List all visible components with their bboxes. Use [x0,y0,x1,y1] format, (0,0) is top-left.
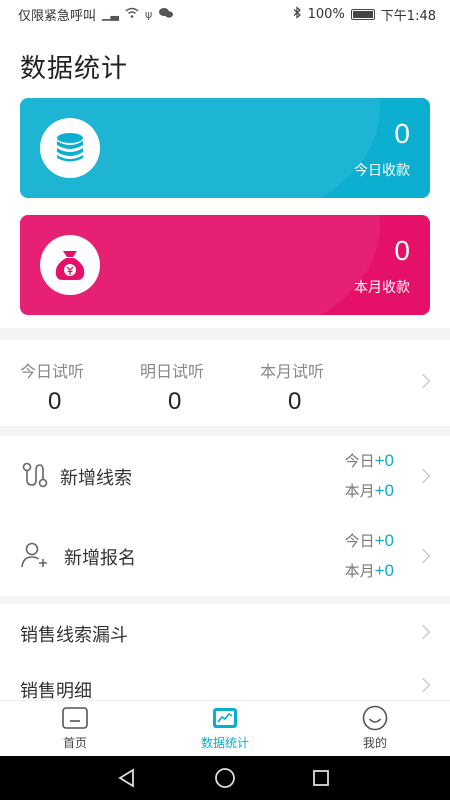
battery-percent: 100% [307,6,345,22]
leads-month-label: 本月 [344,482,375,500]
bluetooth-icon [293,6,302,22]
today-payment-card[interactable]: 0 今日收款 [20,98,430,198]
usb-icon: ψ [144,7,153,21]
wifi-icon [125,7,139,22]
tab-statistics[interactable]: 数据统计 [185,705,265,751]
bottom-tab-bar: 首页 数据统计 我的 [0,700,450,756]
leads-month-value: +0 [374,481,394,500]
coin-stack-icon [40,118,100,178]
home-icon [35,705,115,731]
header: 数据统计 [0,28,450,94]
trial-tomorrow-value: 0 [168,388,182,415]
new-leads-label: 新增线索 [60,468,132,489]
chevron-right-icon [415,624,431,640]
trial-month-label: 本月试听 [260,362,325,381]
battery-icon [350,8,375,20]
tab-mine[interactable]: 我的 [335,705,415,751]
signal-icon: ▁▃ [102,7,119,21]
trial-tomorrow-label: 明日试听 [140,362,205,381]
trial-tomorrow: 明日试听 0 [140,358,250,416]
smile-icon [335,705,415,731]
month-payment-value: 0 [394,235,410,266]
chart-icon [185,705,265,731]
month-payment-card[interactable]: 0 本月收款 [20,215,430,315]
tab-mine-label: 我的 [362,736,387,750]
new-enrollment-label: 新增报名 [64,548,136,569]
chevron-right-icon [415,373,431,389]
today-payment-label: 今日收款 [354,163,410,179]
route-icon [20,460,50,490]
sales-funnel-row[interactable]: 销售线索漏斗 [0,604,450,660]
enroll-month-label: 本月 [344,562,375,580]
trial-stats-row[interactable]: 今日试听 0 明日试听 0 本月试听 0 [0,340,450,426]
status-bar: 仅限紧急呼叫 ▁▃ ψ 100% 下午1:48 [0,0,450,28]
trial-today-label: 今日试听 [20,362,85,381]
wechat-icon [158,7,174,22]
summary-cards: 0 今日收款 0 本月收款 [0,94,450,328]
new-enrollment-stats: 今日+0 本月+0 [345,526,394,586]
sales-funnel-label: 销售线索漏斗 [20,625,128,646]
carrier-text: 仅限紧急呼叫 [18,8,97,24]
status-left: 仅限紧急呼叫 ▁▃ ψ [18,5,174,24]
status-right: 100% 下午1:48 [293,5,436,24]
recents-icon[interactable] [308,766,334,790]
back-icon[interactable] [114,766,140,790]
enroll-month-value: +0 [374,561,394,580]
clock: 下午1:48 [380,8,436,24]
tab-home-label: 首页 [62,736,87,750]
new-enrollment-row[interactable]: 新增报名 今日+0 本月+0 [0,516,450,596]
trial-month-value: 0 [288,388,302,415]
trial-month: 本月试听 0 [260,358,370,416]
new-leads-stats: 今日+0 本月+0 [345,446,394,506]
chevron-right-icon [415,677,431,693]
chevron-right-icon [415,548,431,564]
money-bag-icon [40,235,100,295]
enroll-today-value: +0 [374,531,394,550]
enroll-today-label: 今日 [344,532,375,550]
home-circle-icon[interactable] [212,766,238,790]
system-nav-bar [0,756,450,800]
chevron-right-icon [415,468,431,484]
page-title: 数据统计 [20,54,129,84]
tab-statistics-label: 数据统计 [200,736,249,750]
trial-today-value: 0 [48,388,62,415]
sales-detail-row[interactable]: 销售明细 [0,660,450,702]
add-user-icon [20,540,50,570]
today-payment-value: 0 [394,118,410,149]
month-payment-label: 本月收款 [354,280,410,296]
leads-today-value: +0 [374,451,394,470]
trial-today: 今日试听 0 [20,358,130,416]
new-leads-row[interactable]: 新增线索 今日+0 本月+0 [0,436,450,516]
leads-today-label: 今日 [344,452,375,470]
tab-home[interactable]: 首页 [35,705,115,751]
